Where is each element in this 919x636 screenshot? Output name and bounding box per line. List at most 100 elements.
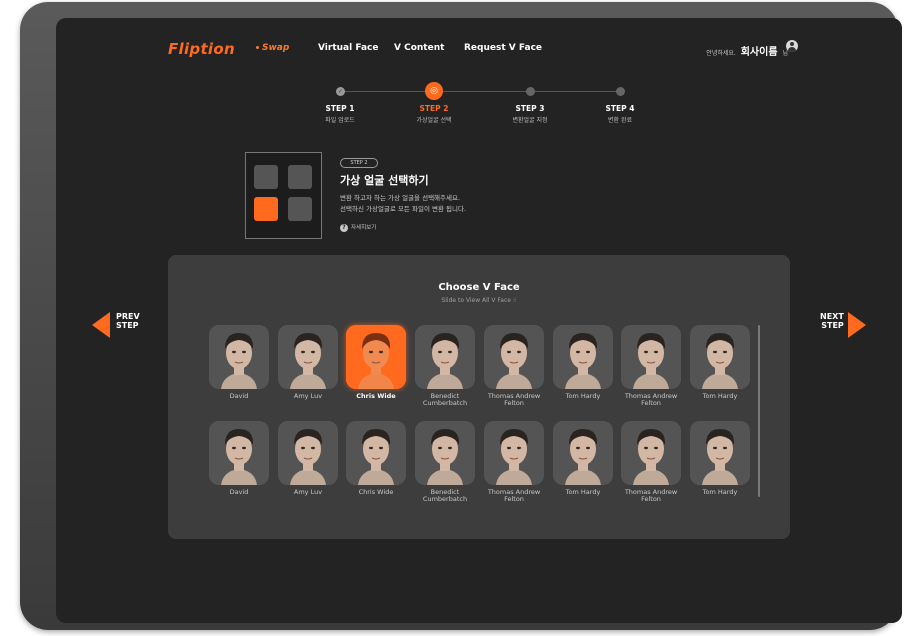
nav-swap[interactable]: Swap — [262, 43, 289, 53]
mini-face — [288, 165, 312, 189]
swipe-hand-icon: ☝ — [512, 297, 517, 304]
vface-card[interactable]: David — [209, 325, 271, 400]
nav-virtual-face[interactable]: Virtual Face — [318, 43, 378, 53]
vface-photo — [621, 421, 681, 485]
vface-name: Chris Wide — [358, 488, 394, 496]
step-3-title: STEP 3 — [515, 104, 545, 113]
nav-request-v-face[interactable]: Request V Face — [464, 43, 542, 53]
prev-step-button[interactable]: PREV STEP — [116, 312, 140, 330]
desc-line-2: 선택하신 가상얼굴로 모든 파일이 변환 됩니다. — [340, 205, 467, 213]
vface-photo — [209, 421, 269, 485]
face-list-scrollbar[interactable] — [758, 325, 760, 497]
vface-card[interactable]: Tom Hardy — [690, 421, 752, 496]
nav-v-content[interactable]: V Content — [394, 43, 444, 53]
step-badge: STEP 2 — [340, 158, 378, 168]
next-label-2: STEP — [821, 321, 844, 330]
vface-photo — [415, 421, 475, 485]
step-1-sub: 파일 업로드 — [325, 117, 355, 124]
vface-name: Amy Luv — [293, 488, 323, 496]
vface-panel: Choose V Face Slide to View All V Face ☝… — [168, 255, 790, 539]
mini-face-selected — [254, 197, 278, 221]
step-2-sub: 가상얼굴 선택 — [416, 117, 452, 124]
stepper-line — [341, 91, 621, 92]
vface-photo — [690, 421, 750, 485]
next-step-button[interactable]: NEXT STEP — [820, 312, 844, 330]
vface-name: Thomas Andrew Felton — [487, 488, 541, 503]
step-4-sub: 변환 완료 — [608, 117, 632, 124]
vface-name: Thomas Andrew Felton — [624, 488, 678, 503]
vface-card[interactable]: Chris Wide — [346, 421, 408, 496]
vface-card[interactable]: Amy Luv — [278, 421, 340, 496]
mini-face — [288, 197, 312, 221]
desc-line-1: 변환 하고자 하는 가상 얼굴을 선택해주세요. — [340, 194, 461, 202]
panel-title: Choose V Face — [438, 282, 520, 293]
active-nav-dot — [256, 46, 259, 49]
vface-photo — [553, 325, 613, 389]
vface-photo — [484, 421, 544, 485]
step-illustration — [245, 152, 322, 239]
vface-name: David — [229, 488, 249, 496]
vface-card[interactable]: Tom Hardy — [553, 325, 615, 400]
company-name: 회사이름 — [740, 47, 778, 58]
app-screen: Fliption Swap Virtual Face V Content Req… — [56, 18, 902, 623]
vface-photo — [484, 325, 544, 389]
vface-card[interactable]: Thomas Andrew Felton — [484, 421, 546, 503]
prev-arrow-icon[interactable] — [92, 312, 110, 338]
step-description: 변환 하고자 하는 가상 얼굴을 선택해주세요. 선택하신 가상얼굴로 모든 파… — [340, 193, 466, 215]
vface-name: Tom Hardy — [702, 392, 738, 400]
vface-card[interactable]: Benedict Cumberbatch — [415, 325, 477, 407]
vface-photo — [415, 325, 475, 389]
question-icon: ? — [340, 224, 348, 232]
vface-name: Benedict Cumberbatch — [422, 488, 468, 503]
vface-photo — [690, 325, 750, 389]
vface-photo — [621, 325, 681, 389]
vface-photo — [278, 325, 338, 389]
step-2-title: STEP 2 — [419, 104, 449, 113]
help-label: 자세히보기 — [351, 225, 377, 231]
vface-card[interactable]: Tom Hardy — [553, 421, 615, 496]
vface-photo — [346, 325, 406, 389]
step-heading: 가상 얼굴 선택하기 — [340, 174, 429, 187]
vface-card[interactable]: Tom Hardy — [690, 325, 752, 400]
user-avatar-icon[interactable] — [786, 40, 798, 52]
vface-name: Chris Wide — [356, 392, 396, 400]
vface-photo — [209, 325, 269, 389]
user-greeting: 안녕하세요. 회사이름 님 — [706, 43, 788, 58]
mini-face — [254, 165, 278, 189]
vface-name: Amy Luv — [293, 392, 323, 400]
vface-name: Benedict Cumberbatch — [422, 392, 468, 407]
step-3-dot — [526, 87, 535, 96]
brand-logo[interactable]: Fliption — [168, 40, 235, 58]
next-arrow-icon[interactable] — [848, 312, 866, 338]
vface-card[interactable]: Amy Luv — [278, 325, 340, 400]
step-4-dot — [616, 87, 625, 96]
help-link[interactable]: ? 자세히보기 — [340, 223, 376, 232]
step-3-sub: 변환얼굴 지정 — [512, 117, 548, 124]
vface-photo — [553, 421, 613, 485]
vface-card[interactable]: Benedict Cumberbatch — [415, 421, 477, 503]
vface-card[interactable]: Thomas Andrew Felton — [484, 325, 546, 407]
step-1-check-icon: ✓ — [336, 87, 345, 96]
vface-photo — [278, 421, 338, 485]
tablet-frame: Fliption Swap Virtual Face V Content Req… — [20, 2, 902, 630]
vface-name: Tom Hardy — [565, 392, 601, 400]
vface-name: Thomas Andrew Felton — [487, 392, 541, 407]
panel-subtitle-text: Slide to View All V Face — [441, 297, 511, 304]
panel-subtitle: Slide to View All V Face ☝ — [168, 297, 790, 304]
prev-label-2: STEP — [116, 321, 139, 330]
vface-name: David — [229, 392, 249, 400]
vface-name: Thomas Andrew Felton — [624, 392, 678, 407]
greeting-text: 안녕하세요. — [706, 50, 736, 57]
vface-card[interactable]: Thomas Andrew Felton — [621, 421, 683, 503]
step-2-alarm-icon: ◎ — [425, 82, 443, 100]
vface-photo — [346, 421, 406, 485]
vface-name: Tom Hardy — [565, 488, 601, 496]
vface-card[interactable]: David — [209, 421, 271, 496]
step-1-title: STEP 1 — [325, 104, 355, 113]
vface-card[interactable]: Thomas Andrew Felton — [621, 325, 683, 407]
vface-name: Tom Hardy — [702, 488, 738, 496]
next-label-1: NEXT — [820, 312, 844, 321]
prev-label-1: PREV — [116, 312, 140, 321]
step-4-title: STEP 4 — [605, 104, 635, 113]
vface-card[interactable]: Chris Wide — [346, 325, 408, 400]
